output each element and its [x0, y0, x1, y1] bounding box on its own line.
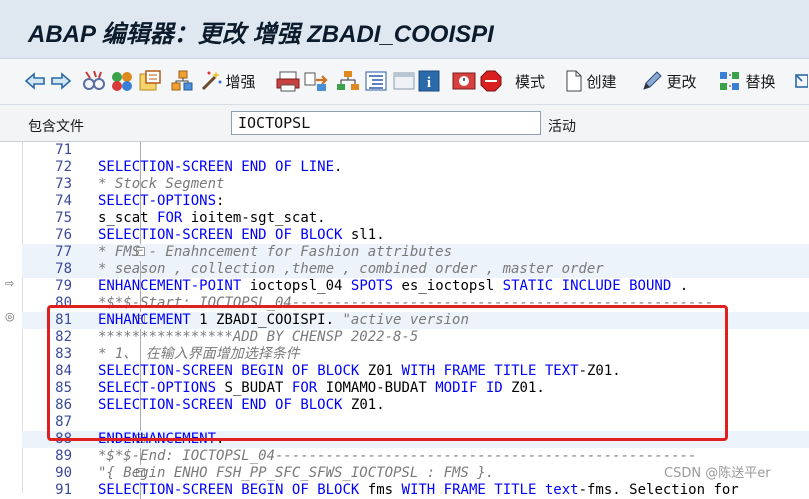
- code-text: * FMS - Enahncement for Fashion attribut…: [98, 244, 453, 260]
- window-title: ABAP 编辑器：更改 增强 ZBADI_COOISPI: [28, 21, 494, 48]
- pencil-icon: [643, 71, 663, 90]
- fold-column: [74, 176, 141, 193]
- document-icon: [566, 70, 582, 92]
- line-number: 73: [55, 176, 72, 192]
- fold-column: [74, 227, 141, 244]
- fold-column: [74, 261, 141, 278]
- change-label: 更改: [666, 72, 697, 91]
- current-line-marker-icon: ⇨: [5, 277, 15, 290]
- watermark: CSDN @陈送平er: [664, 466, 771, 481]
- pretty-printer-icon[interactable]: [364, 69, 388, 93]
- fold-column: −: [74, 465, 145, 482]
- code-text: SELECT-OPTIONS:: [98, 193, 225, 209]
- fold-column: [74, 278, 141, 295]
- code-line-71[interactable]: 71: [22, 142, 809, 159]
- create-label: 创建: [586, 72, 617, 91]
- glasses-icon[interactable]: [82, 69, 106, 93]
- create-button[interactable]: 创建: [562, 69, 620, 93]
- code-line-74[interactable]: 74 SELECT-OPTIONS:: [22, 193, 809, 210]
- code-line-78[interactable]: 78 * season , collection ,theme , combine…: [22, 261, 809, 278]
- line-number: 72: [55, 159, 72, 175]
- breakpoint-marker-icon: ◎: [5, 310, 15, 323]
- info-icon[interactable]: i: [418, 69, 440, 93]
- fold-guide: [140, 142, 141, 159]
- code-line-72[interactable]: 72 SELECTION-SCREEN END OF LINE.: [22, 159, 809, 176]
- multi-object-icon[interactable]: [110, 69, 134, 93]
- code-line-75[interactable]: 75 s_scat FOR ioitem-sgt_scat.: [22, 210, 809, 227]
- include-label: 包含文件: [28, 119, 84, 135]
- include-row: 包含文件 IOCTOPSL 活动: [0, 105, 809, 141]
- replace-icon: [720, 72, 740, 90]
- code-line-77[interactable]: 77− * FMS - Enahncement for Fashion attri…: [22, 244, 809, 261]
- code-text: * season , collection ,theme , combined …: [98, 261, 604, 277]
- forward-arrow-icon[interactable]: [50, 69, 72, 93]
- object-list-icon[interactable]: [138, 69, 162, 93]
- code-text: SELECTION-SCREEN BEGIN OF BLOCK fms WITH…: [98, 482, 739, 498]
- code-line-79[interactable]: 79 ENHANCEMENT-POINT ioctopsl_04 SPOTS es…: [22, 278, 809, 295]
- code-text: s_scat FOR ioitem-sgt_scat.: [98, 210, 326, 226]
- breakpoint-icon[interactable]: [479, 69, 503, 93]
- fold-column: [74, 482, 141, 499]
- code-line-91[interactable]: 91 SELECTION-SCREEN BEGIN OF BLOCK fms W…: [22, 482, 809, 499]
- include-status: 活动: [548, 119, 576, 135]
- enhance-label: 增强: [225, 72, 256, 91]
- line-number: 74: [55, 193, 72, 209]
- hierarchy-icon[interactable]: [170, 69, 194, 93]
- enhance-button[interactable]: 增强: [198, 69, 258, 93]
- code-text: * Stock Segment: [98, 176, 225, 192]
- more-icon[interactable]: [792, 69, 808, 93]
- svg-text:i: i: [427, 75, 431, 91]
- code-text: ENHANCEMENT-POINT ioctopsl_04 SPOTS es_i…: [98, 278, 689, 294]
- code-text: SELECTION-SCREEN END OF LINE.: [98, 159, 343, 175]
- code-line-76[interactable]: 76 SELECTION-SCREEN END OF BLOCK sl1.: [22, 227, 809, 244]
- line-number: 79: [55, 278, 72, 294]
- code-text: *$*$-End: IOCTOPSL_04-------------------…: [98, 448, 697, 464]
- line-number: 89: [55, 448, 72, 464]
- line-number: 77: [55, 244, 72, 260]
- where-used-icon[interactable]: [304, 69, 328, 93]
- fold-column: [74, 210, 141, 227]
- title-bar: ABAP 编辑器：更改 增强 ZBADI_COOISPI: [0, 0, 809, 59]
- include-field[interactable]: IOCTOPSL: [231, 111, 541, 135]
- navigation-tree-icon[interactable]: [336, 69, 360, 93]
- line-number: 78: [55, 261, 72, 277]
- code-editor[interactable]: ⇨ ◎ 71 72 SELECTION-SCREEN END OF LINE. 73…: [0, 141, 809, 499]
- highlight-box: [47, 305, 728, 441]
- code-line-73[interactable]: 73 * Stock Segment: [22, 176, 809, 193]
- magic-wand-icon: [202, 71, 222, 91]
- fold-column: [74, 193, 141, 210]
- fold-column: −: [74, 244, 145, 261]
- change-button[interactable]: 更改: [640, 69, 698, 93]
- mode-label: 模式: [514, 72, 545, 91]
- code-text: "{ Begin ENHO FSH_PP_SFC_SFWS_IOCTOPSL :…: [98, 465, 495, 481]
- window-icon[interactable]: [392, 69, 416, 93]
- fold-column: [74, 159, 141, 176]
- line-number: 91: [55, 482, 72, 498]
- replace-button[interactable]: 替换: [716, 69, 778, 93]
- code-text: SELECTION-SCREEN END OF BLOCK sl1.: [98, 227, 385, 243]
- line-number: 71: [55, 142, 72, 158]
- fold-column: [74, 142, 141, 159]
- line-number: 90: [55, 465, 72, 481]
- fold-column: [74, 448, 141, 465]
- line-number: 75: [55, 210, 72, 226]
- print-icon[interactable]: [276, 69, 300, 93]
- back-arrow-icon[interactable]: [24, 69, 46, 93]
- stop-watch-icon[interactable]: [452, 69, 476, 93]
- application-toolbar: 增强 i 模式 创建 更改 替换: [0, 59, 809, 105]
- replace-label: 替换: [745, 72, 776, 91]
- line-number: 76: [55, 227, 72, 243]
- mode-button[interactable]: 模式: [512, 69, 548, 93]
